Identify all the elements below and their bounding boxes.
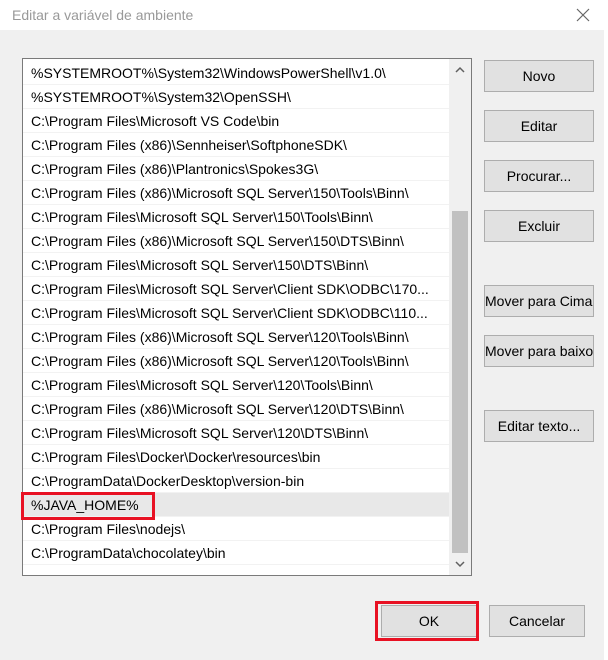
title-bar: Editar a variável de ambiente bbox=[0, 0, 604, 30]
path-list-item[interactable]: C:\Program Files\Microsoft SQL Server\15… bbox=[23, 253, 449, 277]
path-list-item[interactable]: C:\ProgramData\DockerDesktop\version-bin bbox=[23, 469, 449, 493]
path-list-item[interactable]: C:\Program Files\Microsoft SQL Server\15… bbox=[23, 205, 449, 229]
path-list-item[interactable]: C:\Program Files (x86)\Plantronics\Spoke… bbox=[23, 157, 449, 181]
delete-button[interactable]: Excluir bbox=[484, 210, 594, 242]
path-list-item[interactable]: %SYSTEMROOT%\System32\WindowsPowerShell\… bbox=[23, 61, 449, 85]
scrollbar-thumb[interactable] bbox=[452, 211, 468, 553]
path-list: %SYSTEMROOT%\System32\WindowsPowerShell\… bbox=[23, 61, 449, 565]
path-list-item[interactable]: C:\Program Files\Microsoft SQL Server\Cl… bbox=[23, 301, 449, 325]
scroll-down-arrow-icon bbox=[455, 561, 465, 568]
path-list-item[interactable]: C:\Program Files (x86)\Microsoft SQL Ser… bbox=[23, 325, 449, 349]
path-list-item[interactable]: C:\Program Files (x86)\Microsoft SQL Ser… bbox=[23, 349, 449, 373]
close-button[interactable] bbox=[568, 0, 598, 30]
close-icon bbox=[576, 8, 590, 22]
path-list-item[interactable]: C:\Program Files\Microsoft VS Code\bin bbox=[23, 109, 449, 133]
move-down-button[interactable]: Mover para baixo bbox=[484, 335, 594, 367]
vertical-scrollbar[interactable] bbox=[449, 59, 471, 575]
path-list-item[interactable]: C:\Program Files\nodejs\ bbox=[23, 517, 449, 541]
scroll-up-arrow-icon bbox=[455, 66, 465, 73]
path-list-item[interactable]: C:\Program Files (x86)\Microsoft SQL Ser… bbox=[23, 397, 449, 421]
browse-button[interactable]: Procurar... bbox=[484, 160, 594, 192]
scroll-up-button[interactable] bbox=[449, 61, 471, 78]
move-up-button[interactable]: Mover para Cima bbox=[484, 285, 594, 317]
edit-environment-variable-dialog: Editar a variável de ambiente %SYSTEMROO… bbox=[0, 0, 604, 660]
dialog-title: Editar a variável de ambiente bbox=[12, 7, 194, 23]
path-list-item[interactable]: %SYSTEMROOT%\System32\OpenSSH\ bbox=[23, 85, 449, 109]
path-list-item[interactable]: C:\Program Files\Microsoft SQL Server\12… bbox=[23, 373, 449, 397]
path-list-item[interactable]: %JAVA_HOME% bbox=[23, 493, 449, 517]
path-list-item[interactable]: C:\Program Files (x86)\Microsoft SQL Ser… bbox=[23, 229, 449, 253]
path-list-item[interactable]: C:\Program Files\Microsoft SQL Server\12… bbox=[23, 421, 449, 445]
path-list-item[interactable]: C:\Program Files (x86)\Microsoft SQL Ser… bbox=[23, 181, 449, 205]
scroll-down-button[interactable] bbox=[449, 556, 471, 573]
path-list-item[interactable]: C:\Program Files\Docker\Docker\resources… bbox=[23, 445, 449, 469]
ok-button[interactable]: OK bbox=[381, 605, 477, 637]
path-list-item[interactable]: C:\Program Files (x86)\Sennheiser\Softph… bbox=[23, 133, 449, 157]
path-listbox[interactable]: %SYSTEMROOT%\System32\WindowsPowerShell\… bbox=[22, 58, 472, 576]
edit-button[interactable]: Editar bbox=[484, 110, 594, 142]
cancel-button[interactable]: Cancelar bbox=[489, 605, 585, 637]
path-list-item[interactable]: C:\Program Files\Microsoft SQL Server\Cl… bbox=[23, 277, 449, 301]
path-list-item[interactable]: C:\ProgramData\chocolatey\bin bbox=[23, 541, 449, 565]
new-button[interactable]: Novo bbox=[484, 60, 594, 92]
background-window-edge bbox=[604, 0, 608, 660]
edit-text-button[interactable]: Editar texto... bbox=[484, 410, 594, 442]
